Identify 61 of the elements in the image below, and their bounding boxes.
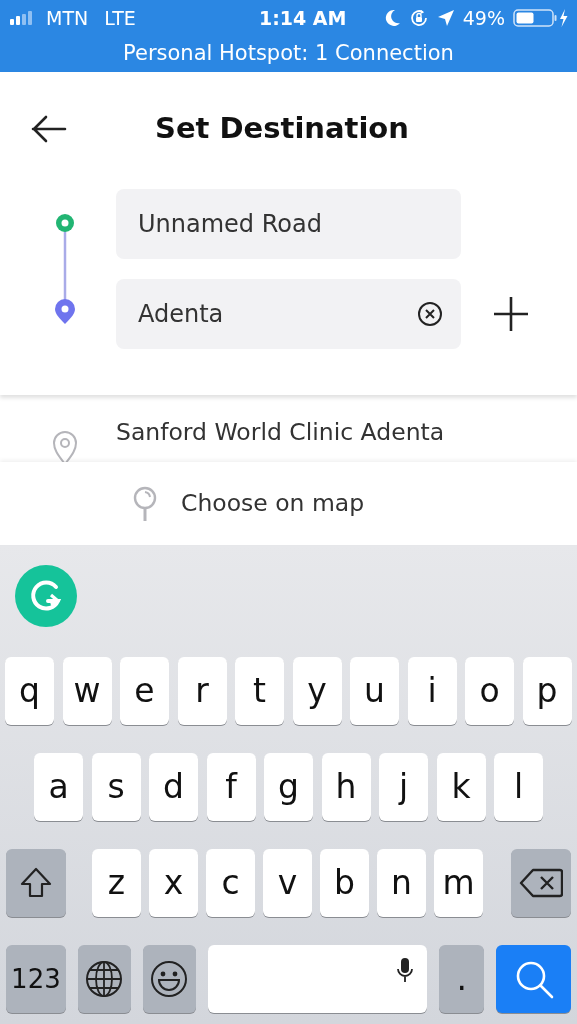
plus-icon bbox=[493, 296, 529, 332]
battery-percent: 49% bbox=[462, 5, 505, 31]
letter-key[interactable]: u bbox=[350, 657, 399, 725]
globe-icon bbox=[85, 960, 124, 998]
period-key[interactable]: . bbox=[439, 945, 485, 1013]
location-pin-icon bbox=[51, 430, 79, 462]
hotspot-banner[interactable]: Personal Hotspot: 1 Connection bbox=[123, 38, 454, 70]
letter-key[interactable]: w bbox=[62, 657, 112, 725]
clear-icon bbox=[417, 301, 443, 327]
destination-field[interactable]: Adenta bbox=[116, 279, 461, 349]
moon-icon bbox=[384, 9, 401, 27]
letter-key[interactable]: r bbox=[177, 657, 227, 725]
letter-key[interactable]: l bbox=[494, 753, 543, 821]
letter-key[interactable]: p bbox=[522, 657, 572, 725]
backspace-icon bbox=[519, 868, 563, 898]
letter-key[interactable]: h bbox=[321, 753, 371, 821]
back-button[interactable] bbox=[31, 115, 67, 143]
letter-key[interactable]: c bbox=[206, 849, 255, 917]
back-arrow-icon bbox=[31, 115, 67, 143]
letter-key[interactable]: a bbox=[34, 753, 83, 821]
grammarly-icon bbox=[15, 565, 77, 627]
clear-button[interactable] bbox=[417, 301, 443, 327]
letter-key[interactable]: k bbox=[436, 753, 486, 821]
letter-key[interactable]: v bbox=[263, 849, 312, 917]
origin-field[interactable]: Unnamed Road bbox=[116, 189, 461, 259]
rotation-lock-icon bbox=[408, 8, 429, 28]
clock-time: 1:14 AM bbox=[259, 5, 347, 31]
microphone-icon bbox=[397, 957, 414, 983]
letter-key[interactable]: q bbox=[5, 657, 54, 725]
letter-key[interactable]: s bbox=[91, 753, 141, 821]
backspace-key[interactable] bbox=[511, 849, 571, 917]
shift-icon bbox=[19, 866, 53, 900]
letter-key[interactable]: g bbox=[264, 753, 313, 821]
letter-key[interactable]: e bbox=[120, 657, 169, 725]
choose-on-map-item[interactable]: Choose on map bbox=[0, 462, 577, 545]
letter-key[interactable]: y bbox=[292, 657, 342, 725]
letter-key[interactable]: m bbox=[434, 849, 483, 917]
search-key[interactable] bbox=[496, 945, 571, 1013]
letter-key[interactable]: j bbox=[379, 753, 428, 821]
letter-key[interactable]: o bbox=[465, 657, 514, 725]
location-arrow-icon bbox=[436, 9, 455, 27]
emoji-key[interactable] bbox=[142, 945, 196, 1013]
letter-key[interactable]: x bbox=[149, 849, 198, 917]
page-title: Set Destination bbox=[155, 110, 409, 148]
letter-key[interactable]: n bbox=[377, 849, 426, 917]
letter-key[interactable]: z bbox=[92, 849, 141, 917]
letter-key[interactable]: t bbox=[235, 657, 284, 725]
suggestion-title: Sanford World Clinic Adenta bbox=[116, 417, 445, 448]
letter-key[interactable]: f bbox=[206, 753, 256, 821]
numbers-key[interactable]: 123 bbox=[6, 945, 66, 1013]
emoji-icon bbox=[150, 960, 189, 998]
add-stop-button[interactable] bbox=[493, 296, 529, 332]
letter-key[interactable]: b bbox=[320, 849, 369, 917]
shift-key[interactable] bbox=[6, 849, 66, 917]
battery-charging-icon bbox=[513, 8, 569, 28]
map-pin-icon bbox=[132, 485, 158, 522]
network-type: LTE bbox=[104, 5, 136, 31]
carrier-name: MTN bbox=[46, 5, 89, 31]
globe-key[interactable] bbox=[77, 945, 131, 1013]
letter-key[interactable]: i bbox=[407, 657, 457, 725]
letter-key[interactable]: d bbox=[149, 753, 198, 821]
